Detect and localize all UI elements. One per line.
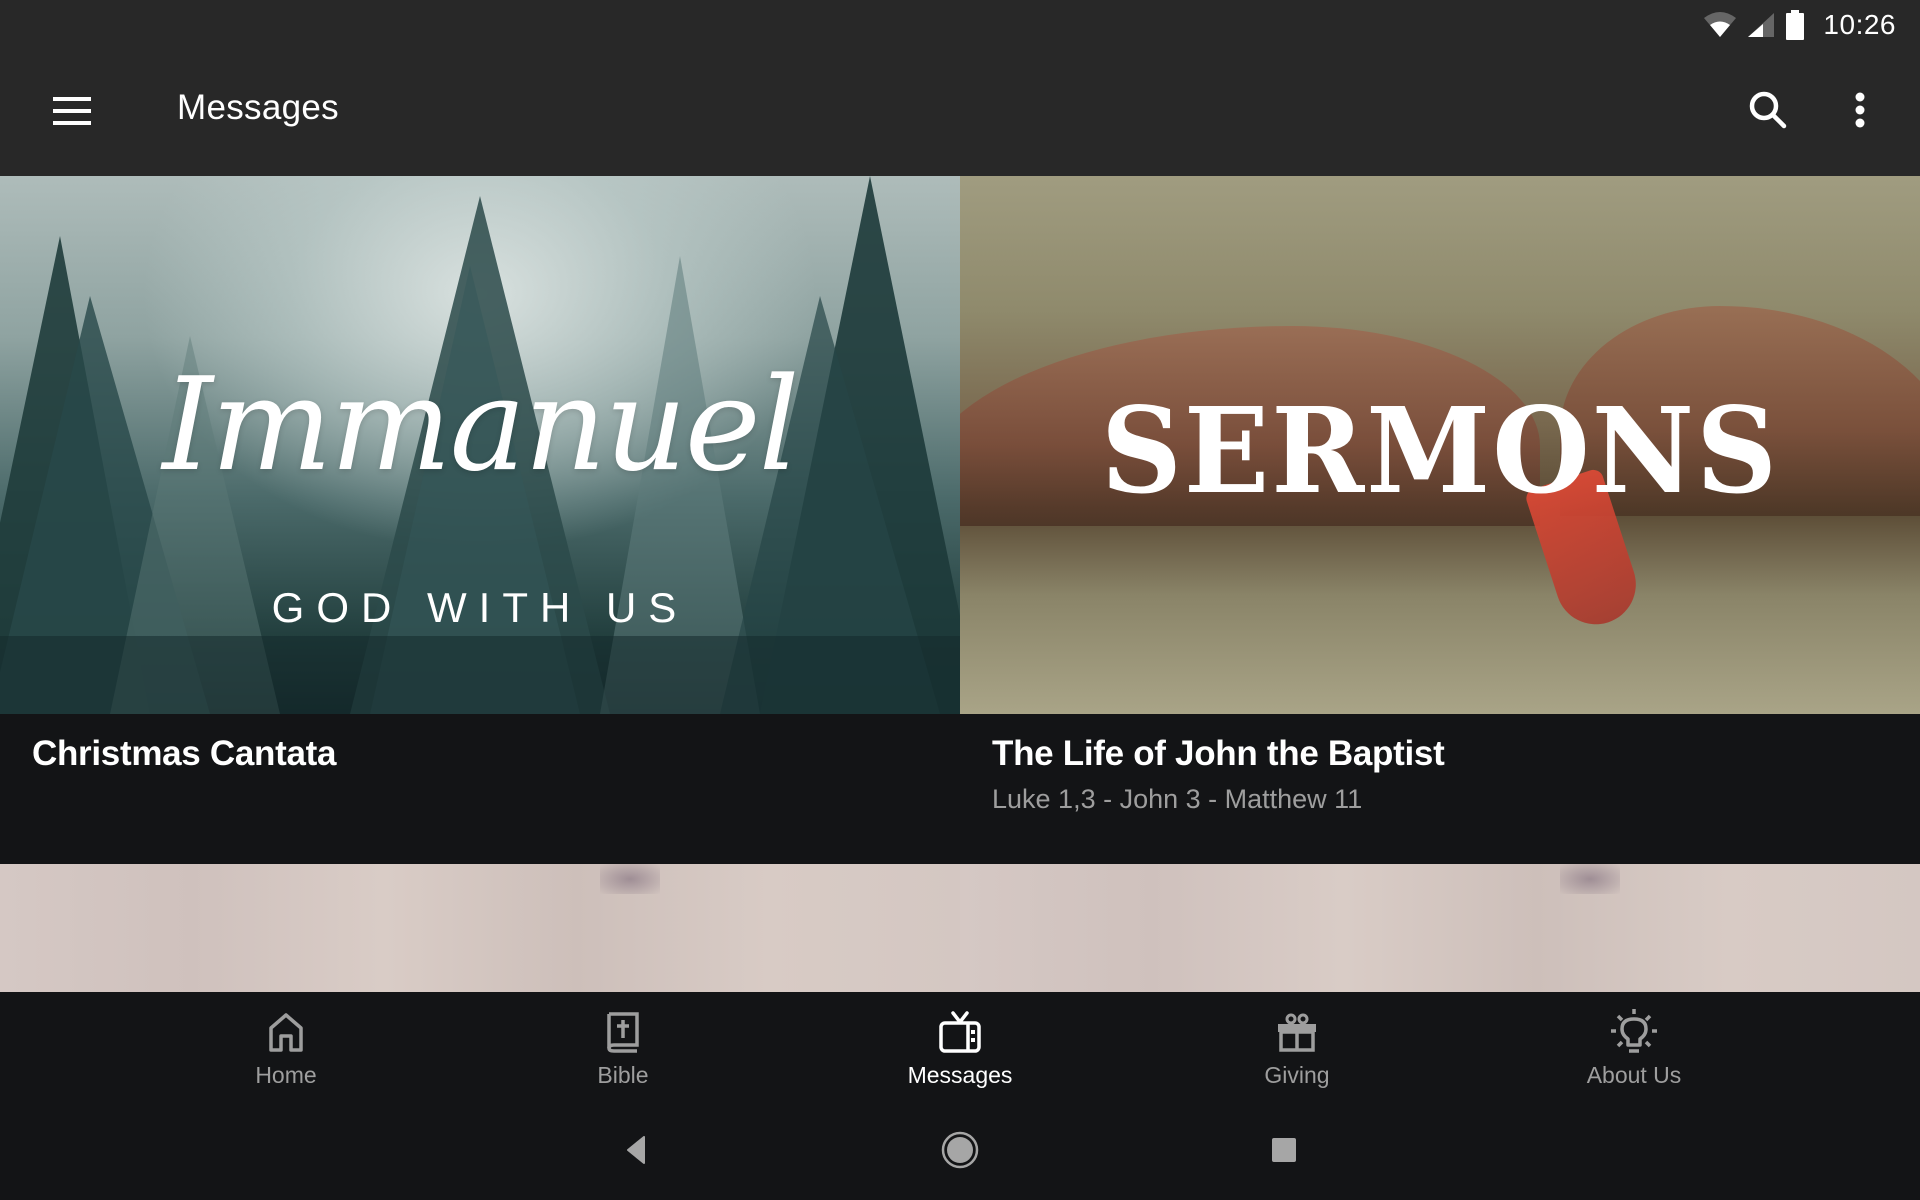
series-artwork <box>960 864 1920 992</box>
series-title: Christmas Cantata <box>32 734 337 773</box>
series-card[interactable] <box>960 864 1920 992</box>
back-icon <box>626 1135 646 1169</box>
battery-icon <box>1785 10 1805 40</box>
tv-icon <box>939 1010 981 1054</box>
search-icon <box>1749 91 1787 134</box>
nav-item-home[interactable]: Home <box>118 992 455 1102</box>
home-circle-icon <box>940 1130 980 1175</box>
nav-label: About Us <box>1586 1062 1682 1088</box>
search-button[interactable] <box>1736 80 1800 144</box>
system-home-button[interactable] <box>928 1124 992 1180</box>
artwork-tagline: GOD WITH US <box>271 584 689 631</box>
series-subtitle: Luke 1,3 - John 3 - Matthew 11 <box>992 784 1363 814</box>
artwork-headline: SERMONS <box>1100 382 1780 521</box>
system-recents-button[interactable] <box>1252 1124 1316 1180</box>
nav-item-messages[interactable]: Messages <box>792 992 1129 1102</box>
series-artwork: Immanuel GOD WITH US <box>0 176 960 714</box>
nav-item-bible[interactable]: Bible <box>455 992 792 1102</box>
system-back-button[interactable] <box>604 1124 668 1180</box>
menu-button[interactable] <box>40 83 104 143</box>
more-vert-icon <box>1854 92 1866 133</box>
system-navigation-bar <box>0 1102 1920 1200</box>
page-title: Messages <box>177 88 339 127</box>
series-card[interactable]: Immanuel GOD WITH US Christmas Cantata <box>0 176 960 864</box>
nav-label: Giving <box>1264 1062 1330 1088</box>
bible-icon <box>606 1010 640 1054</box>
series-artwork: SERMONS <box>960 176 1920 714</box>
home-icon <box>268 1010 304 1054</box>
status-bar: 10:26 <box>0 0 1920 50</box>
wifi-icon <box>1703 12 1737 38</box>
nav-label: Messages <box>907 1062 1013 1088</box>
nav-label: Home <box>255 1062 317 1088</box>
artwork-shade <box>1560 864 1620 894</box>
nav-label: Bible <box>597 1062 649 1088</box>
bottom-navigation: Home Bible Messages Giving About Us <box>0 992 1920 1102</box>
artwork-shade <box>600 864 660 894</box>
clock: 10:26 <box>1823 9 1896 40</box>
hamburger-menu-icon <box>53 96 91 130</box>
gift-icon <box>1276 1010 1318 1054</box>
cell-signal-icon <box>1747 12 1775 38</box>
nav-item-giving[interactable]: Giving <box>1129 992 1466 1102</box>
series-card[interactable] <box>0 864 960 992</box>
recents-icon <box>1271 1137 1297 1168</box>
more-options-button[interactable] <box>1828 80 1892 144</box>
series-card[interactable]: SERMONS The Life of John the Baptist Luk… <box>960 176 1920 864</box>
lightbulb-icon <box>1610 1009 1658 1054</box>
app-bar: Messages <box>0 50 1920 176</box>
series-grid: Immanuel GOD WITH US Christmas Cantata S… <box>0 176 1920 992</box>
nav-item-about-us[interactable]: About Us <box>1466 992 1803 1102</box>
series-artwork <box>0 864 960 992</box>
series-title: The Life of John the Baptist <box>992 734 1445 773</box>
artwork-headline: Immanuel <box>162 351 799 500</box>
